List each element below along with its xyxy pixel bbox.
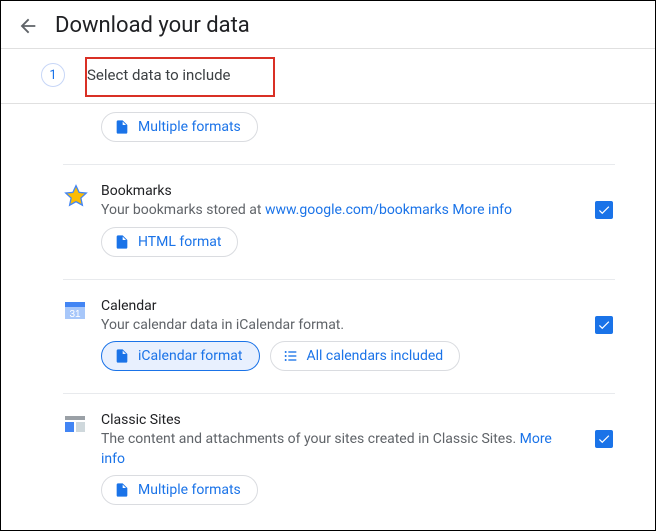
scope-pill-label: All calendars included: [307, 348, 444, 364]
step-number: 1: [41, 63, 65, 87]
file-icon: [114, 482, 130, 498]
scope-pill[interactable]: All calendars included: [270, 341, 461, 371]
page-title: Download your data: [55, 13, 250, 38]
include-checkbox[interactable]: [595, 316, 613, 334]
file-icon: [114, 234, 130, 250]
section-desc: Your calendar data in iCalendar format.: [101, 316, 567, 336]
classic-sites-icon: [63, 412, 87, 436]
section-title: Classic Sites: [101, 412, 567, 428]
format-pill-label: HTML format: [138, 234, 221, 250]
section-desc: The content and attachments of your site…: [101, 430, 567, 469]
svg-text:31: 31: [69, 309, 81, 320]
section-desc: Your bookmarks stored at www.google.com/…: [101, 201, 567, 221]
include-checkbox[interactable]: [595, 430, 613, 448]
format-pill[interactable]: Multiple formats: [101, 112, 258, 142]
bookmarks-icon: [63, 183, 87, 207]
back-button[interactable]: [17, 15, 39, 37]
format-pill[interactable]: Multiple formats: [101, 475, 258, 505]
include-checkbox[interactable]: [595, 201, 613, 219]
format-pill-label: Multiple formats: [138, 119, 241, 135]
format-pill[interactable]: iCalendar format: [101, 341, 260, 371]
bookmarks-link[interactable]: www.google.com/bookmarks: [265, 202, 449, 218]
format-pill-label: Multiple formats: [138, 482, 241, 498]
file-icon: [114, 348, 130, 364]
format-pill[interactable]: HTML format: [101, 227, 238, 257]
section-title: Calendar: [101, 298, 567, 314]
list-icon: [283, 348, 299, 364]
format-pill-label: iCalendar format: [138, 348, 243, 364]
file-icon: [114, 119, 130, 135]
step-label: Select data to include: [87, 66, 231, 84]
calendar-icon: 31: [63, 298, 87, 322]
more-info-link[interactable]: More info: [452, 202, 512, 218]
section-title: Bookmarks: [101, 183, 567, 199]
